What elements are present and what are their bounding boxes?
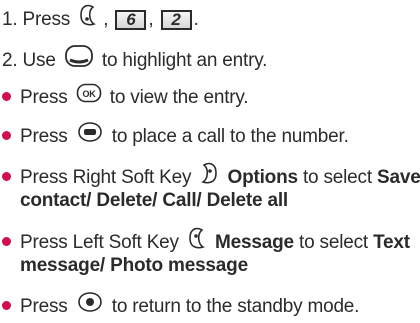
save-label: Save: [377, 167, 420, 189]
bullet-text: to place a call to the number.: [111, 126, 349, 148]
bullet-text: Press Left Soft Key: [20, 232, 179, 254]
bullet-right-soft-key-line2: contact/ Delete/ Call/ Delete all: [20, 186, 288, 216]
step-2: 2. Use to highlight an entry.: [2, 44, 267, 78]
contact-label: contact/: [20, 190, 92, 211]
photo-message-label: Photo message: [110, 255, 248, 276]
options-label: Options: [227, 167, 298, 189]
bullet-standby: Press to return to the standby mode.: [2, 291, 359, 323]
ok-key-icon: OK: [76, 83, 102, 113]
navigation-key-icon: [64, 44, 94, 78]
bullet-dot: [2, 92, 11, 102]
step-2-prefix: 2. Use: [2, 50, 56, 72]
bullet-view-entry: Press OK to view the entry.: [2, 83, 249, 113]
bullet-dot: [2, 237, 11, 247]
step-1-prefix: 1. Press: [2, 9, 71, 31]
bullet-text: to view the entry.: [109, 87, 249, 109]
bullet-dot: [2, 131, 11, 141]
bullet-text: Press: [20, 126, 68, 148]
bullet-text: Press: [20, 87, 68, 109]
step-2-text: to highlight an entry.: [101, 50, 268, 72]
key-2: 2: [160, 10, 192, 30]
separator: ,: [148, 9, 154, 31]
delete-label: Delete/: [96, 190, 158, 211]
bullet-text: to select: [299, 232, 368, 254]
bullet-left-soft-key-line2: message/ Photo message: [20, 251, 248, 281]
period: .: [193, 9, 199, 31]
separator: ,: [103, 9, 109, 31]
call-label: Call/: [162, 190, 202, 211]
delete-all-label: Delete all: [206, 190, 289, 211]
end-key-icon: [76, 291, 104, 323]
send-key-icon: [76, 121, 104, 153]
text-label: Text: [373, 232, 410, 254]
svg-text:OK: OK: [82, 89, 96, 99]
bullet-dot: [2, 301, 11, 311]
bullet-text: to select: [302, 167, 372, 189]
bullet-place-call: Press to place a call to the number.: [2, 121, 349, 153]
bullet-text: Press: [20, 296, 68, 318]
bullet-text: to return to the standby mode.: [111, 296, 360, 318]
bullet-dot: [2, 172, 11, 182]
key-6: 6: [115, 10, 147, 30]
step-1: 1. Press , 6, 2.: [2, 4, 199, 36]
message-option-label: message/: [20, 255, 106, 276]
left-soft-key-icon: [78, 4, 100, 36]
message-label: Message: [215, 232, 294, 254]
bullet-text: Press Right Soft Key: [20, 167, 192, 189]
